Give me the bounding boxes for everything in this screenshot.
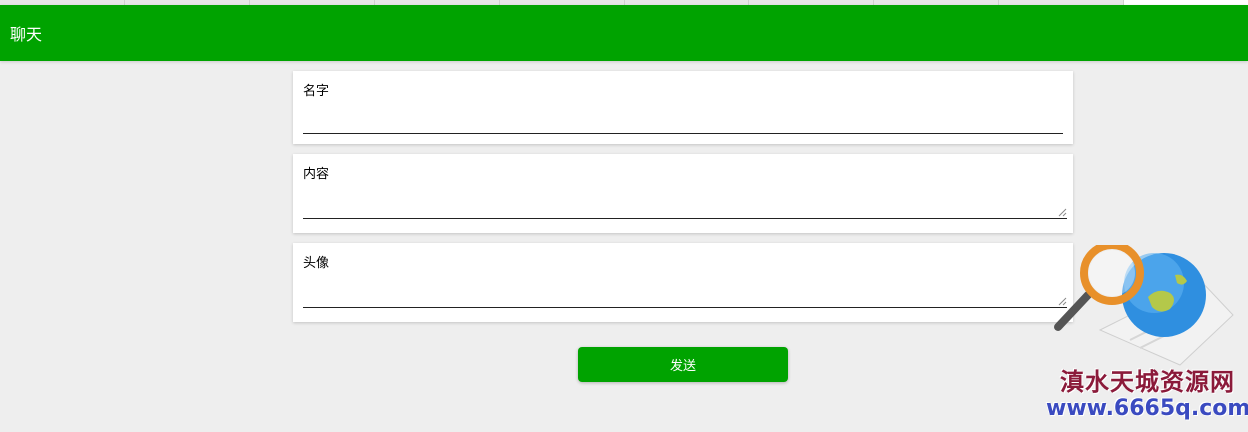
- app-header: 聊天: [0, 5, 1248, 61]
- avatar-label: 头像: [303, 256, 330, 271]
- name-field[interactable]: [303, 111, 1063, 134]
- send-button[interactable]: 发送: [578, 347, 788, 382]
- content-card: 内容: [293, 154, 1073, 233]
- avatar-card: 头像: [293, 243, 1073, 322]
- watermark-url: www.6665q.com: [1046, 396, 1248, 421]
- content-textarea[interactable]: [303, 190, 1067, 219]
- watermark-site-name: 滇水天城资源网: [1060, 367, 1235, 396]
- resize-handle-icon[interactable]: [1057, 207, 1067, 217]
- name-label: 名字: [303, 84, 330, 99]
- magnifier-globe-icon: [1054, 245, 1234, 366]
- page-title: 聊天: [10, 25, 43, 44]
- content-label: 内容: [303, 167, 330, 182]
- avatar-textarea[interactable]: [303, 279, 1067, 308]
- name-card: 名字: [293, 71, 1073, 144]
